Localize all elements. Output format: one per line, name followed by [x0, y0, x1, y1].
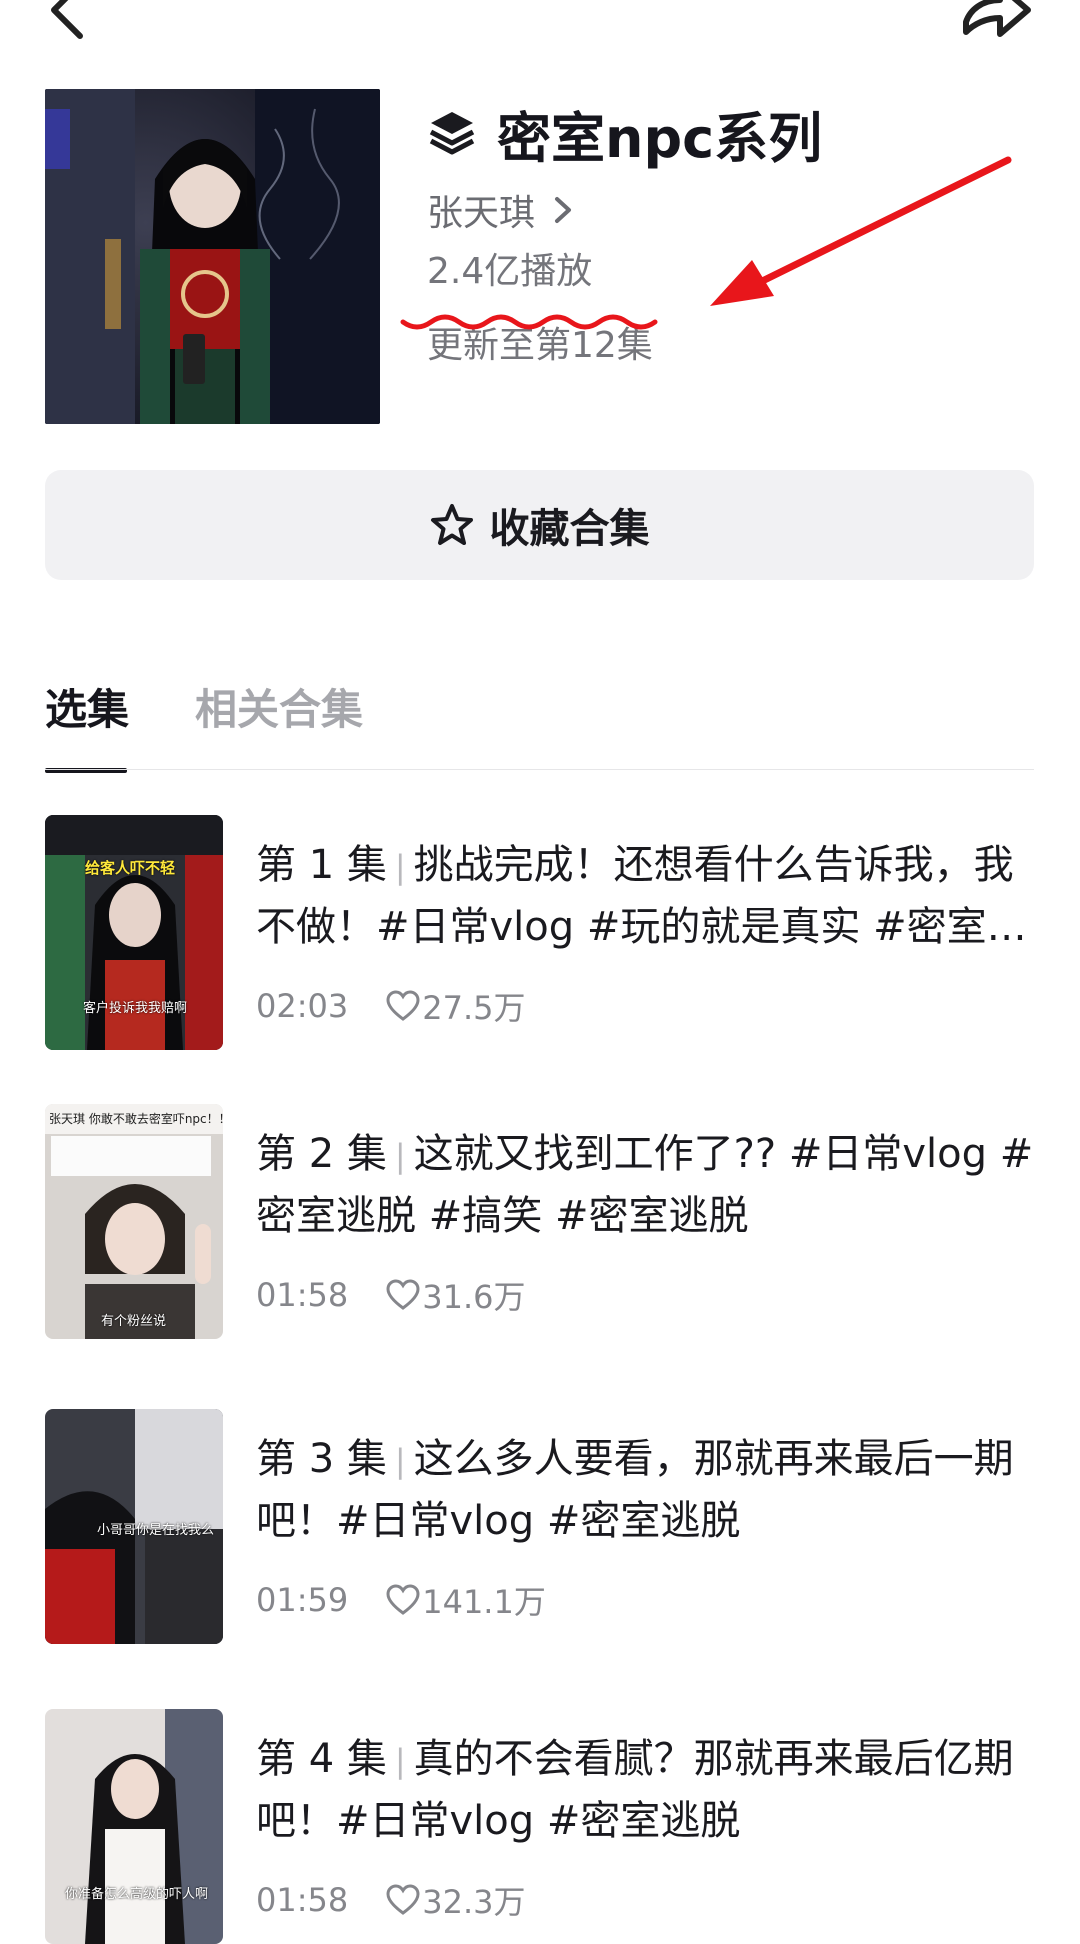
thumb-caption: 给客人吓不轻 [85, 859, 176, 877]
episode-item[interactable]: 张天琪 你敢不敢去密室吓npc！！ 有个粉丝说 第 2 集 | 这就又找到工作了??… [45, 1104, 1045, 1339]
update-status: 更新至第12集 [427, 325, 653, 366]
episode-duration: 01:58 [256, 1881, 349, 1919]
layers-icon [429, 112, 475, 155]
episode-thumbnail: 小哥哥你是在找我么 [45, 1409, 223, 1644]
episode-meta: 01:59 141.1万 [256, 1577, 546, 1623]
heart-icon [386, 990, 420, 1021]
tab-bar: 选集 相关合集 [45, 680, 1034, 773]
episode-number: 第 3 集 [256, 1436, 387, 1482]
episode-item[interactable]: 小哥哥你是在找我么 第 3 集 | 这么多人要看，那就再来最后一期吧！#日常vlog… [45, 1409, 1045, 1644]
thumb-caption: 小哥哥你是在找我么 [97, 1523, 215, 1538]
tab-related-collections[interactable]: 相关合集 [195, 680, 363, 740]
episode-title: 第 2 集 | 这就又找到工作了?? #日常vlog #密室逃脱 #搞笑 #密室逃脱 [256, 1124, 1046, 1244]
episode-item[interactable]: 你准备怎么高级的吓人啊 第 4 集 | 真的不会看腻？那就再来最后亿期吧！#日常vl… [45, 1709, 1045, 1944]
separator: | [394, 848, 406, 886]
separator: | [394, 1137, 406, 1175]
author-link[interactable]: 张天琪 [427, 182, 577, 238]
top-bar [0, 0, 1080, 40]
separator: | [394, 1742, 406, 1780]
episode-meta: 01:58 31.6万 [256, 1272, 525, 1318]
episode-number: 第 4 集 [256, 1736, 387, 1782]
episode-duration: 01:58 [256, 1276, 349, 1314]
share-icon[interactable] [960, 0, 1032, 40]
episode-duration: 01:59 [256, 1581, 349, 1619]
thumb-caption: 张天琪 你敢不敢去密室吓npc！！ [49, 1112, 223, 1126]
like-count: 141.1万 [422, 1583, 546, 1621]
episode-thumbnail: 你准备怎么高级的吓人啊 [45, 1709, 223, 1944]
episode-meta: 01:58 32.3万 [256, 1877, 525, 1923]
author-name: 张天琪 [427, 193, 536, 234]
separator: | [394, 1442, 406, 1480]
collection-title: 密室npc系列 [497, 106, 823, 170]
episode-thumbnail: 张天琪 你敢不敢去密室吓npc！！ 有个粉丝说 [45, 1104, 223, 1339]
episode-item[interactable]: 给客人吓不轻 客户投诉我我赔啊 第 1 集 | 挑战完成！还想看什么告诉我，我不做！… [45, 815, 1045, 1050]
play-count: 2.4亿播放 [427, 251, 593, 292]
like-count: 31.6万 [422, 1278, 526, 1316]
thumb-caption: 客户投诉我我赔啊 [83, 1001, 188, 1016]
heart-icon [386, 1584, 420, 1615]
heart-icon [386, 1884, 420, 1915]
star-icon [430, 504, 473, 545]
tab-episodes[interactable]: 选集 [45, 680, 129, 740]
red-arrow-shaft [736, 156, 1012, 296]
thumb-caption: 你准备怎么高级的吓人啊 [65, 1887, 209, 1902]
like-count: 27.5万 [422, 989, 526, 1027]
heart-icon [386, 1279, 420, 1310]
episode-title: 第 4 集 | 真的不会看腻？那就再来最后亿期吧！#日常vlog #密室逃脱 [256, 1729, 1046, 1849]
episode-number: 第 2 集 [256, 1131, 387, 1177]
back-arrow-icon[interactable] [40, 0, 100, 40]
episode-thumbnail: 给客人吓不轻 客户投诉我我赔啊 [45, 815, 223, 1050]
episode-meta: 02:03 27.5万 [256, 983, 525, 1029]
episode-title: 第 1 集 | 挑战完成！还想看什么告诉我，我不做！#日常vlog #玩的就是真实 … [256, 835, 1046, 955]
thumb-caption: 有个粉丝说 [101, 1314, 167, 1329]
episode-number: 第 1 集 [256, 842, 387, 888]
collection-title-row: 密室npc系列 [427, 95, 822, 171]
like-count: 32.3万 [422, 1883, 526, 1921]
favorite-button-label: 收藏合集 [489, 506, 650, 552]
collection-cover-image [45, 89, 380, 424]
episode-duration: 02:03 [256, 987, 349, 1025]
red-arrowhead [710, 260, 774, 306]
chevron-right-icon [555, 197, 572, 223]
tabs-divider [45, 769, 1034, 770]
episode-title: 第 3 集 | 这么多人要看，那就再来最后一期吧！#日常vlog #密室逃脱 [256, 1429, 1046, 1549]
favorite-collection-button[interactable]: 收藏合集 [45, 470, 1034, 580]
